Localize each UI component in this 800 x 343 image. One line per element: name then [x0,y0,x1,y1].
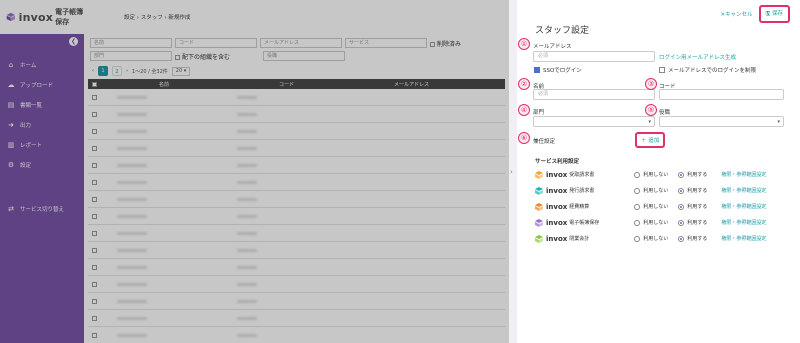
add-concurrent-button[interactable]: ＋ 追加 [635,132,666,148]
service-on-radio[interactable]: 利用する [678,203,707,210]
service-logo-icon [535,170,543,179]
service-off-label: 利用しない [643,188,669,194]
radio-circle [634,219,641,226]
service-off-label: 利用しない [643,172,669,178]
step-marker-1: ① [518,38,530,50]
step-marker-5: ⑤ [645,104,657,116]
restrict-email-login-label: メールアドレスでのログインを制限 [668,68,757,74]
service-off-radio[interactable]: 利用しない [634,203,668,210]
service-off-radio[interactable]: 利用しない [634,219,668,226]
position-select[interactable]: ▾ [659,116,784,127]
permission-settings-link[interactable]: 権限・参照範囲設定 [721,171,766,178]
permission-settings-link[interactable]: 権限・参照範囲設定 [721,235,766,242]
name-field[interactable]: 必須 [533,89,655,100]
step-marker-2: ② [518,78,530,90]
radio-circle [678,235,685,242]
step-marker-3: ③ [645,78,657,90]
service-brand: invox [546,186,568,195]
service-off-label: 利用しない [643,236,669,242]
drawer-toggle-icon[interactable]: › [510,168,513,176]
service-row: invox 電子帳簿保存 利用しない 利用する 権限・参照範囲設定 [535,217,795,228]
position-label: 役職 [659,110,671,116]
save-label: 保存 [771,11,783,17]
service-off-radio[interactable]: 利用しない [634,171,668,178]
department-label: 部門 [533,110,545,116]
department-select[interactable]: ▾ [533,116,655,127]
sso-login-label: SSOでログイン [543,68,582,74]
permission-settings-link[interactable]: 権限・参照範囲設定 [721,203,766,210]
service-name: 経費精算 [569,204,590,210]
sso-login-checkbox[interactable]: SSOでログイン [534,66,582,74]
modal-overlay[interactable] [0,0,509,343]
service-on-label: 利用する [687,236,708,242]
email-label: メールアドレス [533,44,572,50]
service-off-label: 利用しない [643,204,669,210]
service-brand: invox [546,202,568,211]
service-on-label: 利用する [687,188,708,194]
service-on-label: 利用する [687,204,708,210]
radio-circle [634,187,641,194]
service-on-label: 利用する [687,172,708,178]
service-row: invox 受取請求書 利用しない 利用する 権限・参照範囲設定 [535,169,795,180]
panel-header-actions: ✕キャンセル 🖫 保存 [720,5,790,23]
save-button[interactable]: 🖫 保存 [758,5,790,23]
service-off-radio[interactable]: 利用しない [634,187,668,194]
service-logo-icon [535,186,543,195]
cancel-button[interactable]: ✕キャンセル [720,10,752,18]
step-marker-6: ⑥ [518,132,530,144]
service-on-radio[interactable]: 利用する [678,187,707,194]
radio-circle [678,219,685,226]
service-off-radio[interactable]: 利用しない [634,235,668,242]
restrict-email-login-checkbox[interactable]: メールアドレスでのログインを制限 [659,66,756,74]
staff-settings-panel: ✕キャンセル 🖫 保存 スタッフ設定 ① メールアドレス 必須 ログイン用メール… [517,0,800,343]
service-brand: invox [546,218,568,227]
service-name: 受取請求書 [569,172,595,178]
concurrent-label: 兼任設定 [533,139,556,145]
service-on-label: 利用する [687,220,708,226]
service-brand: invox [546,170,568,179]
step-marker-4: ④ [518,104,530,116]
service-row: invox 発行請求書 利用しない 利用する 権限・参照範囲設定 [535,185,795,196]
sso-checkbox-box [534,67,540,73]
radio-circle [678,171,685,178]
service-on-radio[interactable]: 利用する [678,171,707,178]
service-logo-icon [535,202,543,211]
service-name: 電子帳簿保存 [569,220,600,226]
save-icon: 🖫 [765,11,771,17]
permission-settings-link[interactable]: 権限・参照範囲設定 [721,219,766,226]
service-off-label: 利用しない [643,220,669,226]
service-on-radio[interactable]: 利用する [678,235,707,242]
panel-title: スタッフ設定 [535,26,590,36]
radio-circle [634,171,641,178]
service-settings-title: サービス利用設定 [535,159,580,165]
service-row: invox 閉業会計 利用しない 利用する 権限・参照範囲設定 [535,233,795,244]
email-field[interactable]: 必須 [533,51,655,62]
chevron-down-icon: ▾ [648,119,651,125]
service-logo-icon [535,234,543,243]
permission-settings-link[interactable]: 権限・参照範囲設定 [721,187,766,194]
radio-circle [678,187,685,194]
restrict-checkbox-box [659,67,665,73]
radio-circle [678,203,685,210]
service-name: 発行請求書 [569,188,595,194]
chevron-down-icon: ▾ [777,119,780,125]
service-on-radio[interactable]: 利用する [678,219,707,226]
service-name: 閉業会計 [569,236,590,242]
service-brand: invox [546,234,568,243]
generate-login-email-link[interactable]: ログイン用メールアドレス生成 [659,53,736,61]
radio-circle [634,203,641,210]
service-logo-icon [535,218,543,227]
radio-circle [634,235,641,242]
service-row: invox 経費精算 利用しない 利用する 権限・参照範囲設定 [535,201,795,212]
code-field[interactable] [659,89,784,100]
